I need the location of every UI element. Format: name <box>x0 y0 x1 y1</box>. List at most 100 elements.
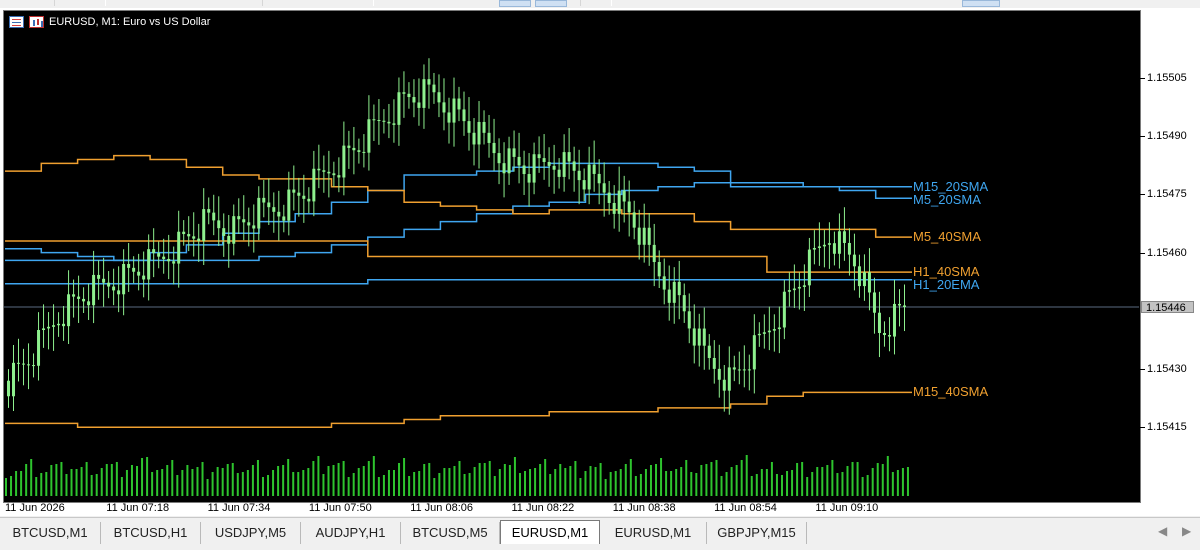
scroll-left-icon[interactable]: ◀ <box>1158 524 1167 538</box>
volume-bar <box>100 468 103 496</box>
candle-body <box>607 192 611 203</box>
candle-body <box>837 231 841 254</box>
chart-tab[interactable]: AUDJPY,H1 <box>301 522 401 544</box>
candle-body <box>897 303 901 306</box>
volume-bar <box>513 457 516 496</box>
candle-body <box>662 276 666 290</box>
indicator-label-m15-40sma: M15_40SMA <box>913 384 989 400</box>
time-tick <box>613 496 615 501</box>
volume-bar <box>85 462 88 496</box>
volume-bar <box>644 469 647 496</box>
volume-bar <box>30 459 33 496</box>
chart-tab[interactable]: EURUSD,M1 <box>600 522 707 544</box>
scroll-right-icon[interactable]: ▶ <box>1182 524 1191 538</box>
candle-body <box>267 202 271 208</box>
volume-bar <box>811 472 814 496</box>
candle-body <box>512 148 516 157</box>
volume-bar <box>166 465 169 496</box>
volume-bar <box>428 463 431 496</box>
candle-body <box>247 222 251 226</box>
volume-bar <box>231 463 234 496</box>
volume-bar <box>604 479 607 496</box>
candle-body <box>702 328 706 346</box>
candle-body <box>882 332 886 336</box>
volume-bar <box>881 464 884 496</box>
volume-bar <box>765 469 768 496</box>
chart-tab[interactable]: EURUSD,M1 <box>500 520 600 544</box>
price-tick-label: 1.15475 <box>1147 188 1187 201</box>
volume-bar <box>352 473 355 496</box>
list-icon[interactable] <box>9 16 24 28</box>
volume-bar <box>564 468 567 496</box>
volume-bar <box>115 462 118 496</box>
candle-body <box>317 168 321 171</box>
volume-bar <box>901 468 904 496</box>
chart-tab[interactable]: BTCUSD,M1 <box>0 522 101 544</box>
candle-body <box>372 119 376 121</box>
candle-body <box>602 183 606 193</box>
candle-body <box>232 216 236 244</box>
volume-bar <box>317 456 320 496</box>
volume-bar <box>589 466 592 496</box>
price-tick <box>1140 77 1145 79</box>
volume-bar <box>725 472 728 496</box>
candle-body <box>297 192 301 196</box>
volume-bar <box>377 477 380 496</box>
candle-body <box>427 79 431 85</box>
price-tick <box>1140 427 1145 429</box>
candle-body <box>337 175 341 178</box>
volume-bar <box>332 465 335 496</box>
volume-bar <box>256 460 259 496</box>
chart-tab[interactable]: BTCUSD,H1 <box>101 522 201 544</box>
candle-body <box>567 152 571 162</box>
candle-body <box>227 235 231 244</box>
candle-body <box>217 220 221 229</box>
volume-bar <box>503 464 506 496</box>
candle-body <box>487 132 491 143</box>
candle-body <box>407 93 411 98</box>
candle-body <box>32 365 36 367</box>
current-price-label: 1.15446 <box>1141 300 1194 314</box>
candle-body <box>42 328 46 331</box>
volume-bar <box>282 465 285 496</box>
price-tick <box>1140 136 1145 138</box>
candle-body <box>82 298 86 302</box>
candle-body <box>752 335 756 370</box>
candle-body <box>802 285 806 287</box>
candle-body <box>382 120 386 122</box>
volume-bar <box>45 472 48 496</box>
volume-bar <box>801 462 804 496</box>
candle-body <box>237 216 241 220</box>
volume-bar <box>493 476 496 496</box>
volume-bar <box>796 463 799 496</box>
candle-body <box>652 244 656 263</box>
price-chart[interactable] <box>0 0 1140 500</box>
candle-body <box>732 367 736 370</box>
volume-bar <box>634 476 637 496</box>
volume-bar <box>780 475 783 496</box>
volume-bar <box>660 458 663 496</box>
candle-body <box>467 121 471 133</box>
volume-bar <box>90 475 93 496</box>
candle-body <box>147 249 151 280</box>
volume-bar <box>206 479 209 496</box>
candle-body <box>717 368 721 380</box>
volume-bar <box>130 465 133 496</box>
volume-bar <box>403 458 406 496</box>
volume-bar <box>685 460 688 496</box>
bar-chart-icon[interactable] <box>29 16 44 28</box>
chart-tab[interactable]: GBPJPY,M15 <box>707 522 807 544</box>
candle-body <box>647 227 651 245</box>
volume-bar <box>287 459 290 496</box>
candle-body <box>202 209 206 241</box>
candle-body <box>557 169 561 177</box>
candle-body <box>177 231 181 264</box>
price-tick <box>1140 252 1145 254</box>
volume-bar <box>221 468 224 496</box>
chart-tab[interactable]: BTCUSD,M5 <box>401 522 500 544</box>
volume-bar <box>876 463 879 496</box>
candle-body <box>302 195 306 199</box>
volume-bar <box>614 471 617 496</box>
candle-body <box>552 165 556 170</box>
chart-tab[interactable]: USDJPY,M5 <box>201 522 301 544</box>
